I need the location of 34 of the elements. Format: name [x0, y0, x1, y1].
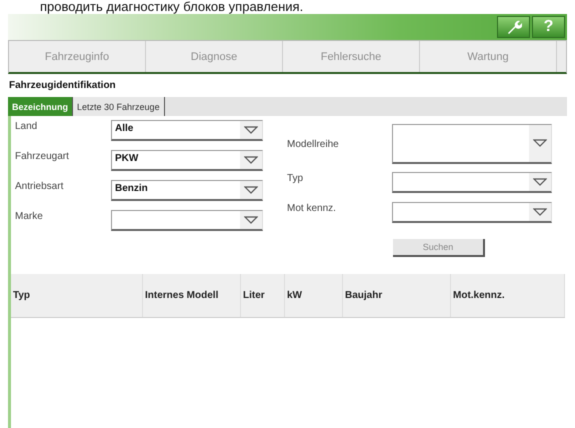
dropdown[interactable]: PKW: [111, 150, 263, 171]
dropdown[interactable]: [392, 202, 552, 223]
field-label: Marke: [15, 210, 44, 222]
dropdown-arrow-icon: [533, 178, 547, 186]
field-label: Modellreihe: [287, 138, 340, 150]
column-header: Baujahr: [343, 274, 451, 317]
dropdown[interactable]: [111, 210, 263, 231]
dropdown-arrow-icon: [244, 126, 258, 134]
dropdown[interactable]: Alle: [111, 120, 263, 141]
column-header: Liter: [241, 274, 285, 317]
field-label: Fahrzeugart: [15, 150, 70, 162]
dropdown-arrow-icon: [533, 208, 547, 216]
tab[interactable]: Bezeichnung: [8, 97, 74, 116]
dropdown-arrow-icon: [533, 139, 547, 147]
caption-text: проводить диагностику блоков управления.: [39, 0, 304, 14]
section-title: Fahrzeugidentifikation: [8, 79, 117, 93]
column-header: kW: [285, 274, 343, 317]
tab[interactable]: Letzte 30 Fahrzeuge: [73, 97, 165, 116]
settings-button[interactable]: [497, 16, 530, 38]
dropdown[interactable]: [392, 124, 552, 164]
help-button[interactable]: ?: [532, 16, 565, 38]
wrench-icon: [506, 19, 522, 35]
dropdown[interactable]: Benzin: [111, 180, 263, 201]
dropdown[interactable]: [392, 172, 552, 193]
column-header: Mot.kennz.: [451, 274, 565, 317]
dropdown-arrow-icon: [244, 186, 258, 194]
dropdown-arrow-icon: [244, 156, 258, 164]
column-header: Internes Modell: [143, 274, 241, 317]
dropdown-arrow-icon: [244, 216, 258, 224]
field-label: Mot kennz.: [287, 202, 337, 214]
column-header: Typ: [11, 274, 143, 317]
field-label: Antriebsart: [15, 180, 64, 192]
field-label: Land: [15, 120, 38, 132]
field-label: Typ: [287, 172, 304, 184]
